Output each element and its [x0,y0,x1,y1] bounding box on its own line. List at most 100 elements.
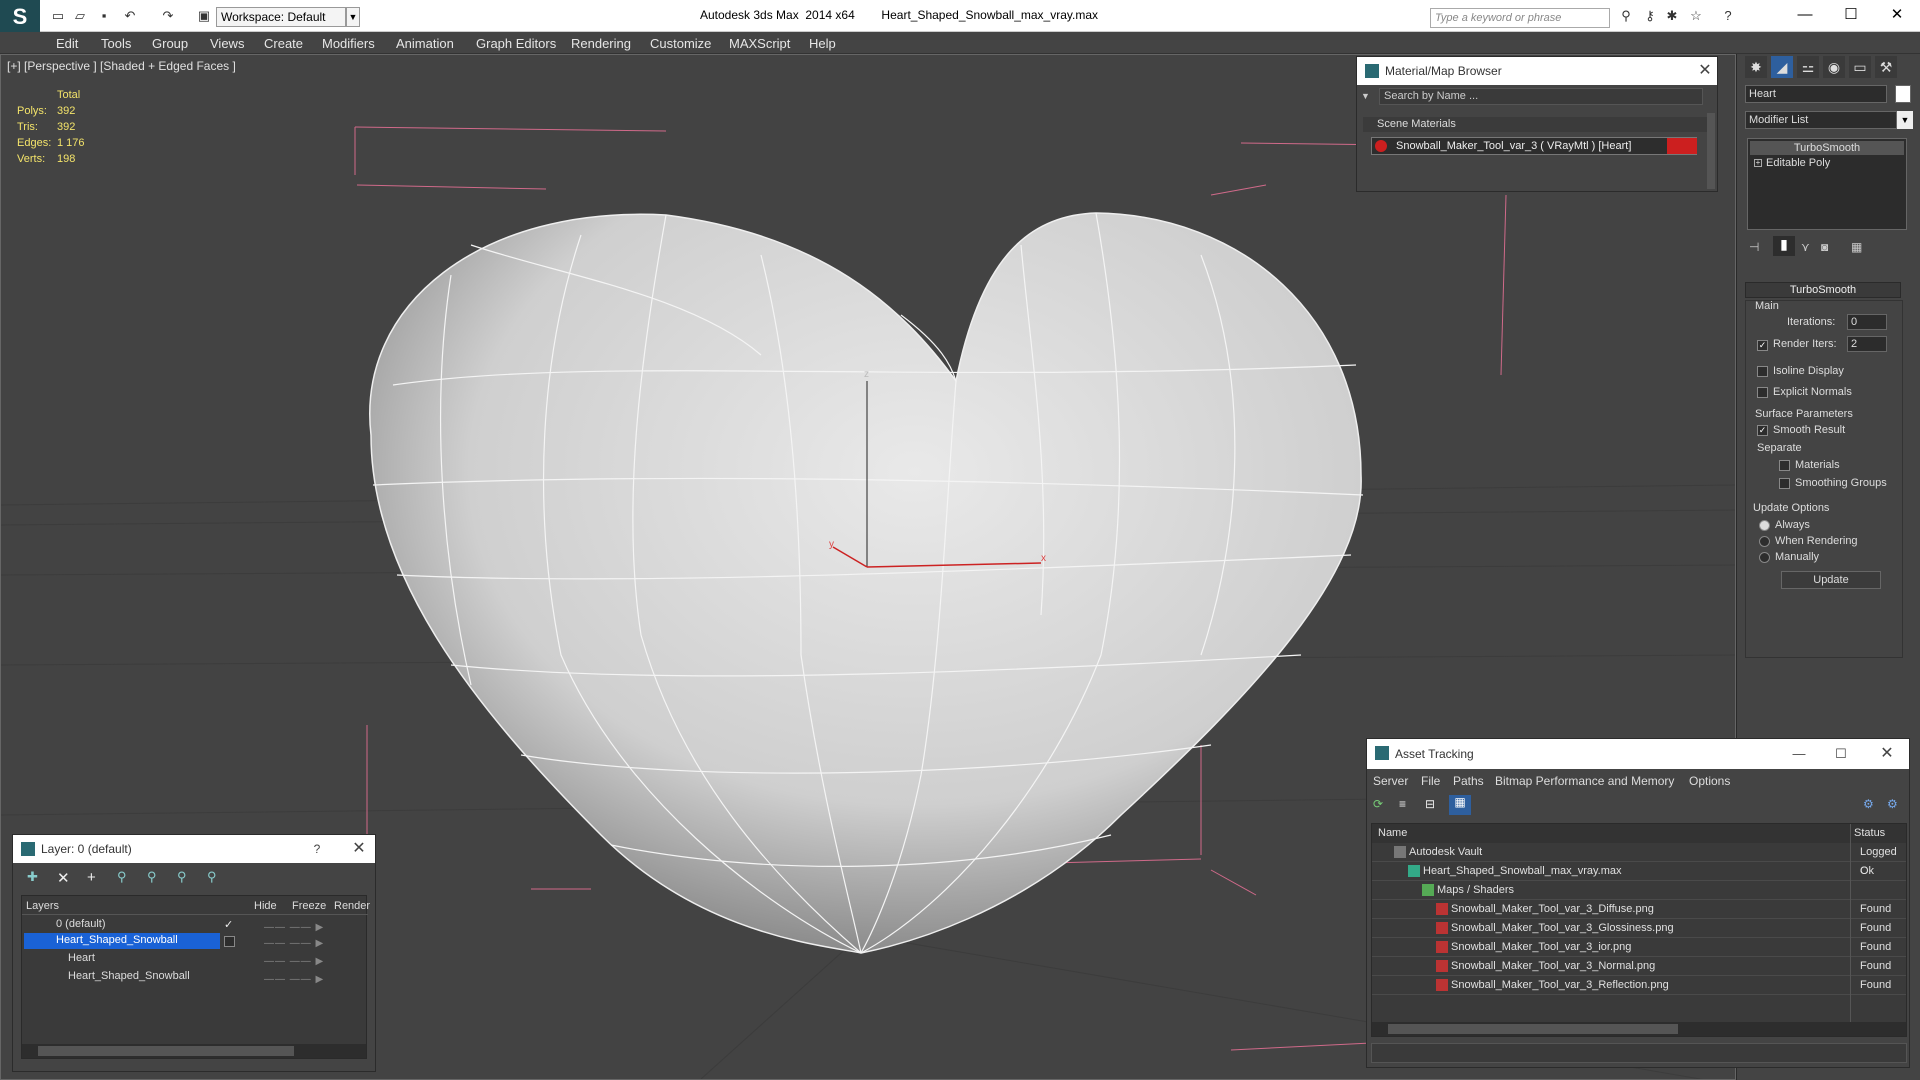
layer-row[interactable]: Heart_Shaped_Snowball [56,934,178,946]
modifier-stack[interactable]: TurboSmooth Editable Poly + [1747,138,1907,230]
material-browser-title[interactable]: Material/Map Browser [1357,57,1717,85]
path-field[interactable] [1371,1043,1907,1063]
new-layer-icon[interactable]: ✚ [27,869,45,887]
smooth-result-checkbox[interactable]: ✓ [1757,425,1768,436]
close-icon[interactable]: ✕ [1875,739,1899,769]
maximize-icon[interactable]: ☐ [1829,739,1853,769]
viewport-label[interactable]: [+] [Perspective ] [Shaded + Edged Faces… [7,59,236,73]
utilities-tab-icon[interactable]: ⚒ [1875,56,1897,78]
horizontal-scrollbar[interactable] [1372,1022,1906,1036]
show-end-result-icon[interactable]: ▮ [1773,236,1795,256]
column-header-name[interactable]: Name [1378,827,1407,839]
materials-checkbox[interactable] [1779,460,1790,471]
layer-toggle-icons[interactable]: —— —— ▶ [264,956,564,967]
menu-edit[interactable]: Edit [56,36,78,51]
scrollbar[interactable] [1707,113,1715,189]
hide-all-icon[interactable]: ⚲ [177,869,195,887]
pin-stack-icon[interactable]: ⊣ [1749,240,1765,256]
menu-group[interactable]: Group [152,36,188,51]
layer-toggle-icons[interactable]: —— —— ▶ [264,922,564,933]
material-search-input[interactable]: Search by Name ... [1379,88,1703,105]
close-icon[interactable]: ✕ [347,835,371,863]
material-list-item[interactable]: Snowball_Maker_Tool_var_3 ( VRayMtl ) [H… [1371,137,1697,155]
when-rendering-radio[interactable] [1759,536,1770,547]
turbosmooth-rollout-header[interactable]: TurboSmooth [1745,282,1901,298]
menu-options[interactable]: Options [1689,774,1730,788]
asset-row[interactable]: Autodesk Vault Logged C [1372,843,1906,877]
tree-view-icon[interactable]: ⊟ [1425,797,1441,813]
menu-modifiers[interactable]: Modifiers [322,36,375,51]
explicit-normals-checkbox[interactable] [1757,387,1768,398]
add-to-layer-icon[interactable]: + [87,869,105,887]
asset-row[interactable]: Maps / Shaders [1372,881,1906,900]
isoline-display-checkbox[interactable] [1757,366,1768,377]
menu-views[interactable]: Views [210,36,244,51]
motion-tab-icon[interactable]: ◉ [1823,56,1845,78]
hierarchy-tab-icon[interactable]: ⚍ [1797,56,1819,78]
chevron-down-icon[interactable]: ▼ [346,7,360,27]
maximize-button[interactable]: ☐ [1828,4,1874,28]
asset-row[interactable]: Snowball_Maker_Tool_var_3_ior.png Found [1372,938,1906,957]
menu-graph-editors[interactable]: Graph Editors [476,36,556,51]
menu-paths[interactable]: Paths [1453,774,1484,788]
layer-list[interactable]: Layers Hide Freeze Render 0 (default) ✓ … [21,895,370,1059]
layer-row[interactable]: 0 (default) [56,918,106,930]
chevron-down-icon[interactable]: ▼ [1897,111,1913,129]
help-icon[interactable]: ? [305,835,329,863]
redo-icon[interactable]: ↷ [160,8,176,24]
modifier-stack-item[interactable]: Editable Poly [1752,157,1830,169]
render-iters-checkbox[interactable]: ✓ [1757,340,1768,351]
remove-modifier-icon[interactable]: ◙ [1821,240,1837,256]
modifier-list-select[interactable]: Modifier List [1745,111,1897,129]
manually-radio[interactable] [1759,552,1770,563]
horizontal-scrollbar[interactable] [22,1044,366,1058]
layer-object-row[interactable]: Heart_Shaped_Snowball [68,970,190,982]
close-button[interactable]: ✕ [1874,4,1920,28]
update-button[interactable]: Update [1781,571,1881,589]
search-input[interactable]: Type a keyword or phrase [1430,8,1610,28]
asset-row[interactable]: Snowball_Maker_Tool_var_3_Reflection.png… [1372,976,1906,995]
filter-dropdown-icon[interactable]: ▼ [1361,91,1371,101]
modify-tab-icon[interactable]: ◢ [1771,56,1793,78]
exchange-icon[interactable]: ✱ [1664,8,1680,24]
object-color-swatch[interactable] [1895,85,1911,103]
select-objects-icon[interactable]: ⚲ [117,869,135,887]
asset-row[interactable]: Snowball_Maker_Tool_var_3_Diffuse.png Fou… [1372,900,1906,919]
vault-settings-icon[interactable]: ⚙ [1887,797,1903,813]
new-file-icon[interactable]: ▭ [50,8,66,24]
object-name-input[interactable]: Heart [1745,85,1887,103]
menu-customize[interactable]: Customize [650,36,711,51]
highlight-layer-icon[interactable]: ⚲ [147,869,165,887]
column-header-hide[interactable]: Hide [254,900,277,912]
display-tab-icon[interactable]: ▭ [1849,56,1871,78]
make-unique-icon[interactable]: ⋎ [1801,240,1817,256]
column-header-render[interactable]: Render [334,900,370,912]
create-tab-icon[interactable]: ✸ [1745,56,1767,78]
favorites-star-icon[interactable]: ☆ [1688,8,1704,24]
layer-toggle-icons[interactable]: —— —— ▶ [264,974,564,985]
menu-animation[interactable]: Animation [396,36,454,51]
delete-layer-icon[interactable]: ✕ [57,869,75,887]
column-header-freeze[interactable]: Freeze [292,900,326,912]
scrollbar-thumb[interactable] [38,1046,294,1056]
open-file-icon[interactable]: ▱ [72,8,88,24]
workspace-select[interactable]: Workspace: Default [216,7,346,27]
menu-rendering[interactable]: Rendering [571,36,631,51]
modifier-stack-item[interactable]: TurboSmooth [1750,141,1904,155]
project-folder-icon[interactable]: ▣ [196,8,212,24]
column-header-layers[interactable]: Layers [26,900,59,912]
menu-help[interactable]: Help [809,36,836,51]
asset-row[interactable]: Snowball_Maker_Tool_var_3_Normal.png Foun… [1372,957,1906,976]
iterations-spinner[interactable]: 0 [1847,314,1887,330]
save-icon[interactable]: ▪ [96,8,112,24]
close-icon[interactable]: ✕ [1693,57,1717,85]
asset-tracking-title[interactable]: Asset Tracking [1367,739,1909,769]
minimize-button[interactable]: — [1782,4,1828,28]
undo-icon[interactable]: ↶ [122,8,138,24]
scrollbar-thumb[interactable] [1388,1024,1678,1034]
smoothing-groups-checkbox[interactable] [1779,478,1790,489]
expand-plus-icon[interactable]: + [1754,159,1762,167]
asset-row[interactable]: Snowball_Maker_Tool_var_3_Glossiness.png… [1372,919,1906,938]
menu-maxscript[interactable]: MAXScript [729,36,790,51]
menu-tools[interactable]: Tools [101,36,131,51]
